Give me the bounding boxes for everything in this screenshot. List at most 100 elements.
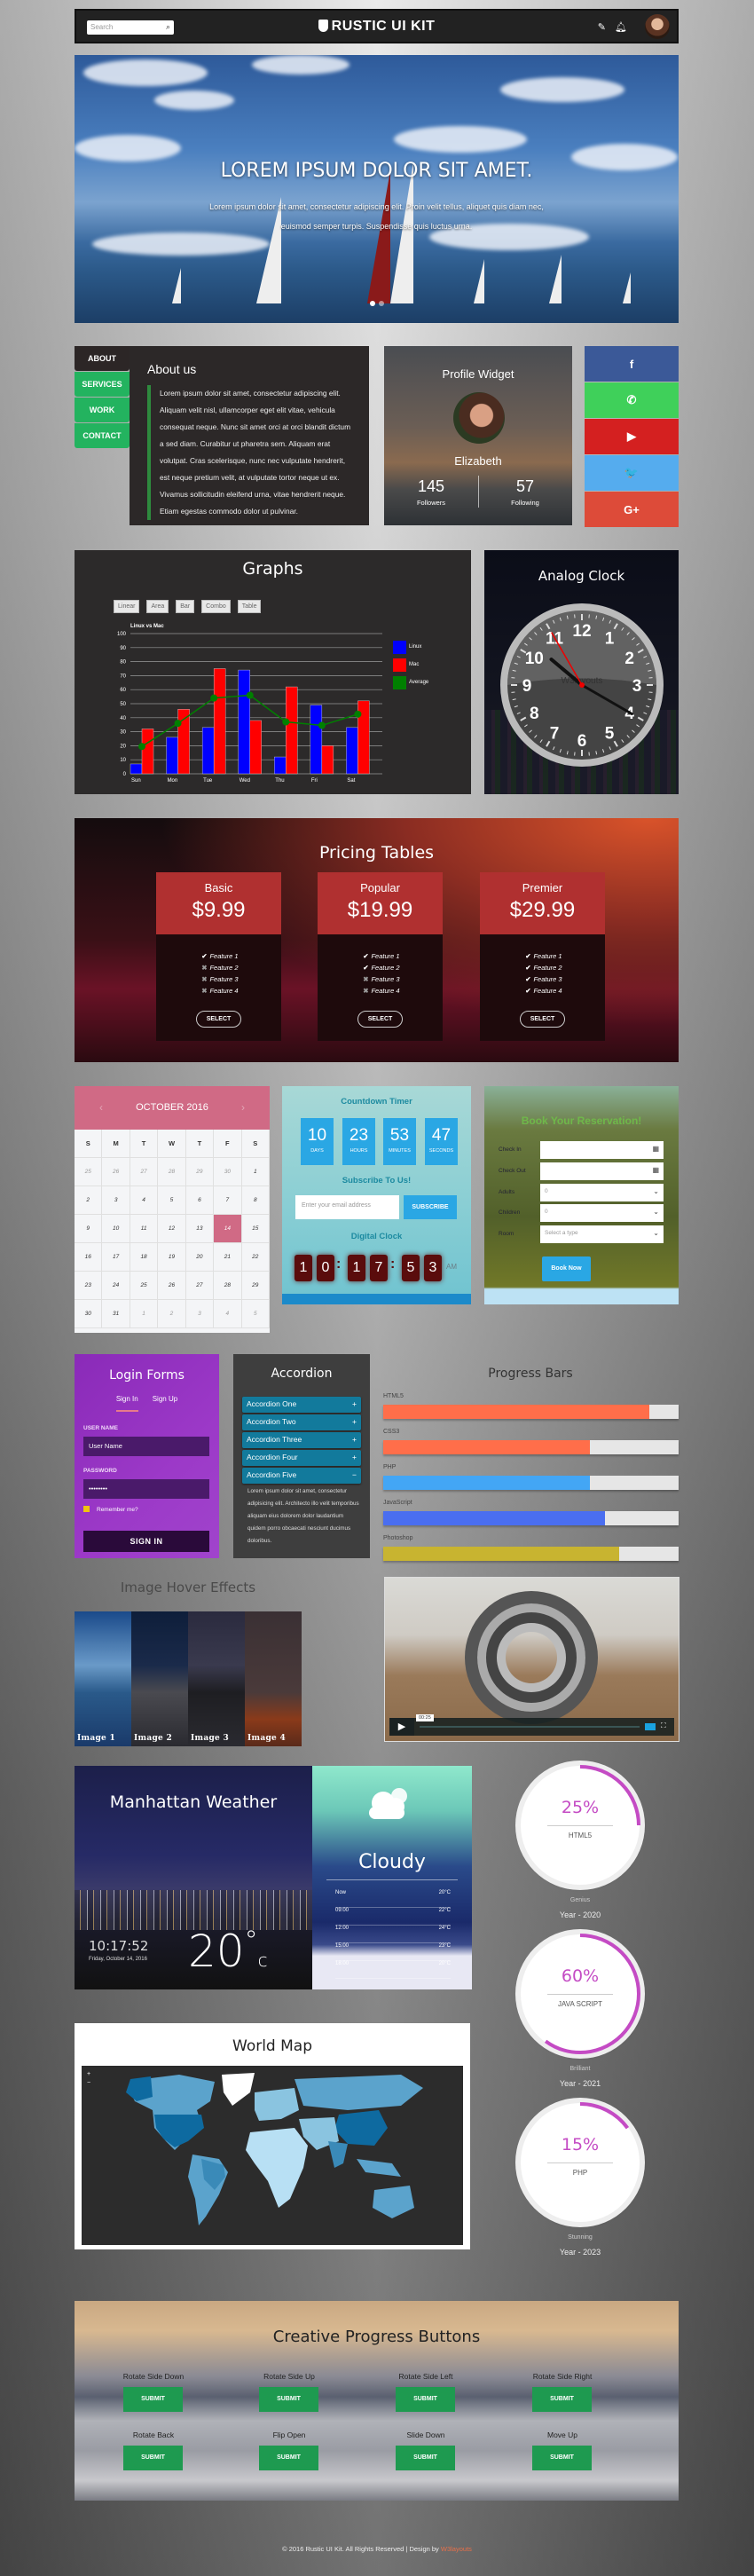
tab-work[interactable]: WORK <box>75 398 130 422</box>
calendar-day[interactable]: 5 <box>158 1186 186 1215</box>
bar-mac[interactable] <box>249 720 262 775</box>
remember-checkbox[interactable] <box>83 1506 90 1512</box>
booking-field-children[interactable]: 0 ⌄ <box>540 1204 664 1222</box>
calendar-day[interactable]: 4 <box>130 1186 159 1215</box>
footer-link[interactable]: W3layouts <box>441 2545 472 2553</box>
video-seekbar[interactable] <box>420 1726 640 1728</box>
bar-linux[interactable] <box>166 737 178 775</box>
calendar-day[interactable]: 19 <box>158 1243 186 1272</box>
next-month-icon[interactable]: › <box>241 1086 245 1130</box>
submit-button[interactable]: SUBMIT <box>123 2446 183 2470</box>
booking-field-room[interactable]: Select a type ⌄ <box>540 1225 664 1243</box>
calendar-day[interactable]: 30 <box>214 1158 242 1186</box>
tab-about[interactable]: ABOUT <box>75 346 130 371</box>
calendar-icon[interactable]: ▦ <box>652 1145 659 1153</box>
calendar-day[interactable]: 26 <box>102 1158 130 1186</box>
volume-icon[interactable] <box>645 1723 656 1730</box>
calendar-day[interactable]: 9 <box>75 1215 103 1243</box>
remember-me[interactable]: Remember me? <box>83 1506 138 1513</box>
brand-logo[interactable]: RUSTIC UI KIT <box>76 19 677 35</box>
bar-linux[interactable] <box>346 727 358 775</box>
submit-button[interactable]: SUBMIT <box>123 2387 183 2412</box>
calendar-day[interactable]: 2 <box>158 1300 186 1328</box>
average-point[interactable] <box>138 743 145 751</box>
calendar-day[interactable]: 22 <box>241 1243 270 1272</box>
calendar-day[interactable]: 3 <box>185 1300 215 1328</box>
slider-dot[interactable] <box>378 301 384 306</box>
accordion-item[interactable]: Accordion Five − <box>242 1468 361 1484</box>
calendar-day[interactable]: 10 <box>102 1215 130 1243</box>
average-point[interactable] <box>174 720 182 728</box>
calendar-day[interactable]: 6 <box>185 1186 215 1215</box>
youtube-button[interactable]: ▶ <box>585 419 679 454</box>
bar-mac[interactable] <box>321 745 334 775</box>
chevron-down-icon[interactable]: ⌄ <box>653 1208 659 1216</box>
accordion-item[interactable]: Accordion Three + <box>242 1432 361 1448</box>
twitter-button[interactable]: 🐦 <box>585 455 679 491</box>
calendar-day[interactable]: 15 <box>241 1215 270 1243</box>
hover-image-2[interactable]: Image 2 <box>131 1611 188 1746</box>
calendar-day[interactable]: 1 <box>130 1300 159 1328</box>
select-button[interactable]: SELECT <box>195 1011 242 1028</box>
booking-field-adults[interactable]: 0 ⌄ <box>540 1184 664 1201</box>
calendar-day[interactable]: 7 <box>214 1186 242 1215</box>
calendar-day[interactable]: 11 <box>130 1215 159 1243</box>
calendar-day[interactable]: 18 <box>130 1243 159 1272</box>
password-input[interactable]: •••••••• <box>83 1479 209 1499</box>
bar-linux[interactable] <box>238 669 250 775</box>
calendar-day[interactable]: 29 <box>185 1158 215 1186</box>
calendar-day[interactable]: 29 <box>241 1272 270 1300</box>
average-point[interactable] <box>282 718 290 726</box>
tab-sign-up[interactable]: Sign Up <box>153 1395 177 1410</box>
submit-button[interactable]: SUBMIT <box>396 2446 455 2470</box>
calendar-day[interactable]: 20 <box>185 1243 215 1272</box>
sign-in-button[interactable]: SIGN IN <box>83 1531 209 1552</box>
booking-field-check-in[interactable]: ▦ <box>540 1141 664 1159</box>
booking-field-check-out[interactable]: ▦ <box>540 1162 664 1180</box>
calendar-day[interactable]: 21 <box>214 1243 242 1272</box>
tab-contact[interactable]: CONTACT <box>75 423 130 448</box>
calendar-day[interactable]: 4 <box>214 1300 242 1328</box>
average-point[interactable] <box>318 721 326 729</box>
average-point[interactable] <box>354 710 362 718</box>
whatsapp-button[interactable]: ✆ <box>585 382 679 418</box>
username-input[interactable]: User Name <box>83 1437 209 1456</box>
calendar-day[interactable]: 26 <box>158 1272 186 1300</box>
submit-button[interactable]: SUBMIT <box>259 2446 318 2470</box>
hover-image-1[interactable]: Image 1 <box>75 1611 131 1746</box>
slider-dot[interactable] <box>369 301 375 306</box>
submit-button[interactable]: SUBMIT <box>532 2387 592 2412</box>
submit-button[interactable]: SUBMIT <box>259 2387 318 2412</box>
fullscreen-icon[interactable]: ⛶ <box>661 1721 666 1730</box>
calendar-day[interactable]: 3 <box>102 1186 130 1215</box>
calendar-day[interactable]: 16 <box>75 1243 103 1272</box>
book-now-button[interactable]: Book Now <box>542 1256 591 1281</box>
calendar-day[interactable]: 8 <box>241 1186 270 1215</box>
chevron-down-icon[interactable]: ⌄ <box>653 1229 659 1237</box>
hover-image-3[interactable]: Image 3 <box>188 1611 245 1746</box>
chevron-down-icon[interactable]: ⌄ <box>653 1187 659 1195</box>
calendar-day[interactable]: 13 <box>185 1215 215 1243</box>
calendar-day[interactable]: 27 <box>130 1158 159 1186</box>
hover-image-4[interactable]: Image 4 <box>245 1611 302 1746</box>
calendar-day[interactable]: 23 <box>75 1272 103 1300</box>
google-plus-button[interactable]: G+ <box>585 492 679 527</box>
calendar-day[interactable]: 2 <box>75 1186 103 1215</box>
bar-mac[interactable] <box>213 668 226 775</box>
video-player[interactable]: ▶ 00:25 ⛶ <box>384 1577 679 1742</box>
profile-avatar[interactable] <box>453 392 505 444</box>
subscribe-button[interactable]: SUBSCRIBE <box>404 1195 457 1219</box>
bar-linux[interactable] <box>201 727 215 775</box>
facebook-button[interactable]: f <box>585 346 679 382</box>
calendar-day[interactable]: 28 <box>214 1272 242 1300</box>
calendar-day[interactable]: 24 <box>102 1272 130 1300</box>
avatar[interactable] <box>645 14 670 39</box>
calendar-day[interactable]: 25 <box>130 1272 159 1300</box>
calendar-day[interactable]: 30 <box>75 1300 103 1328</box>
average-point[interactable] <box>210 694 218 702</box>
bar-linux[interactable] <box>274 756 287 775</box>
calendar-day[interactable]: 28 <box>158 1158 186 1186</box>
calendar-day[interactable]: 5 <box>241 1300 270 1328</box>
world-map[interactable]: + − <box>82 2066 463 2245</box>
tab-services[interactable]: SERVICES <box>75 372 130 397</box>
